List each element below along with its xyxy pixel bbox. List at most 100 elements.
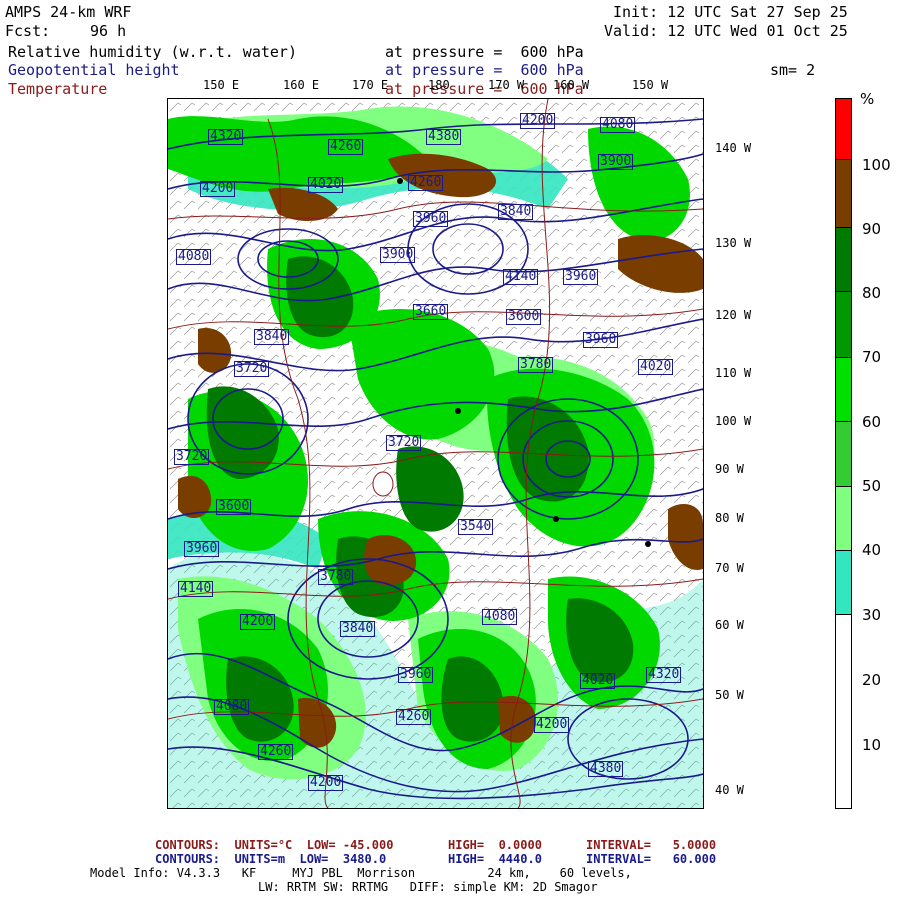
height-label: 4020 <box>638 359 674 375</box>
colorbar-tick: 50 <box>862 477 882 495</box>
height-label: 3900 <box>598 154 634 170</box>
valid-time: Valid: 12 UTC Wed 01 Oct 25 <box>604 22 848 40</box>
temp-contour-interval: INTERVAL= 5.0000 <box>586 838 717 852</box>
height-contour-high: HIGH= 4440.0 <box>448 852 542 866</box>
colorbar-tick: 90 <box>862 220 882 238</box>
height-label: 4200 <box>534 717 570 733</box>
field-rh-level: at pressure = 600 hPa <box>385 43 584 61</box>
height-label: 4080 <box>214 699 250 715</box>
colorbar-band <box>836 292 851 358</box>
height-label: 4320 <box>208 129 244 145</box>
colorbar-tick: 20 <box>862 671 882 689</box>
height-label: 4380 <box>588 761 624 777</box>
lon-label: 170 E <box>352 78 389 92</box>
height-label: 3660 <box>413 304 449 320</box>
height-label: 4200 <box>200 181 236 197</box>
lat-label: 100 W <box>715 414 752 428</box>
lon-label: 160 E <box>283 78 320 92</box>
colorbar-band <box>836 160 851 228</box>
field-rh-name: Relative humidity (w.r.t. water) <box>8 43 297 61</box>
colorbar-tick: 30 <box>862 606 882 624</box>
model-info: Model Info: V4.3.3 KF MYJ PBL Morrison 2… <box>90 866 632 880</box>
height-label: 3960 <box>563 269 599 285</box>
colorbar-tick: 40 <box>862 541 882 559</box>
lat-label: 110 W <box>715 366 752 380</box>
model-info-physics: LW: RRTM SW: RRTMG DIFF: simple KM: 2D S… <box>258 880 598 894</box>
height-label: 3720 <box>386 435 422 451</box>
height-contour-interval: INTERVAL= 60.000 <box>586 852 717 866</box>
lat-label: 130 W <box>715 236 752 250</box>
height-label: 3960 <box>184 541 220 557</box>
height-label: 4260 <box>396 709 432 725</box>
height-label: 4020 <box>580 673 616 689</box>
height-label: 4260 <box>328 139 364 155</box>
height-label: 4080 <box>600 117 636 133</box>
colorbar-band <box>836 615 851 808</box>
height-label: 3840 <box>340 621 376 637</box>
field-temp-name: Temperature <box>8 80 108 98</box>
height-label: 4260 <box>408 175 444 191</box>
height-label: 4020 <box>308 177 344 193</box>
field-height-name: Geopotential height <box>8 61 180 79</box>
colorbar-band <box>836 422 851 487</box>
height-label: 3840 <box>254 329 290 345</box>
smoothing-label: sm= 2 <box>770 61 816 79</box>
init-time: Init: 12 UTC Sat 27 Sep 25 <box>613 3 848 21</box>
height-label: 4200 <box>308 775 344 791</box>
height-label: 3540 <box>458 519 494 535</box>
height-label: 4080 <box>482 609 518 625</box>
forecast-value: 96 h <box>90 22 127 40</box>
height-label: 4140 <box>178 581 214 597</box>
lat-label: 80 W <box>715 511 744 525</box>
temp-contour-high: HIGH= 0.0000 <box>448 838 542 852</box>
height-label: 4260 <box>258 744 294 760</box>
colorbar-tick: 60 <box>862 413 882 431</box>
app-title: AMPS 24-km WRF <box>5 3 132 21</box>
lat-label: 50 W <box>715 688 744 702</box>
colorbar-tick: 80 <box>862 284 882 302</box>
lat-label: 90 W <box>715 462 744 476</box>
temp-contour-info: CONTOURS: UNITS=°C LOW= -45.000 <box>155 838 394 852</box>
lon-label: 160 W <box>553 78 590 92</box>
height-label: 3720 <box>234 361 270 377</box>
height-label: 3600 <box>506 309 542 325</box>
colorbar-tick: 10 <box>862 736 882 754</box>
height-label: 4320 <box>646 667 682 683</box>
colorbar <box>835 98 852 809</box>
height-label: 3960 <box>398 667 434 683</box>
lat-label: 140 W <box>715 141 752 155</box>
map-panel[interactable]: 4320 4260 4380 4200 4080 4020 4260 3900 … <box>167 98 704 809</box>
lat-label: 120 W <box>715 308 752 322</box>
height-label: 3960 <box>583 332 619 348</box>
colorbar-unit: % <box>860 90 875 108</box>
lon-label: 180 <box>428 78 450 92</box>
lon-label: 170 W <box>488 78 525 92</box>
height-label: 3900 <box>380 247 416 263</box>
height-label: 4200 <box>520 113 556 129</box>
height-contour-info: CONTOURS: UNITS=m LOW= 3480.0 <box>155 852 387 866</box>
height-label: 3600 <box>216 499 252 515</box>
height-label: 3720 <box>174 449 210 465</box>
colorbar-tick: 100 <box>862 156 891 174</box>
height-label: 3960 <box>413 211 449 227</box>
height-label: 3840 <box>498 204 534 220</box>
height-label: 3780 <box>318 569 354 585</box>
height-label: 4080 <box>176 249 212 265</box>
colorbar-band <box>836 551 851 615</box>
colorbar-tick: 70 <box>862 348 882 366</box>
lat-label: 60 W <box>715 618 744 632</box>
lat-label: 40 W <box>715 783 744 797</box>
lon-label: 150 W <box>632 78 669 92</box>
colorbar-band <box>836 228 851 292</box>
height-label: 4140 <box>503 269 539 285</box>
colorbar-band <box>836 99 851 160</box>
colorbar-band <box>836 487 851 551</box>
height-label: 4380 <box>426 129 462 145</box>
height-label: 3780 <box>518 357 554 373</box>
lon-label: 150 E <box>203 78 240 92</box>
colorbar-band <box>836 358 851 422</box>
height-label: 4200 <box>240 614 276 630</box>
field-height-level: at pressure = 600 hPa <box>385 61 584 79</box>
forecast-label: Fcst: <box>5 22 51 40</box>
lat-label: 70 W <box>715 561 744 575</box>
